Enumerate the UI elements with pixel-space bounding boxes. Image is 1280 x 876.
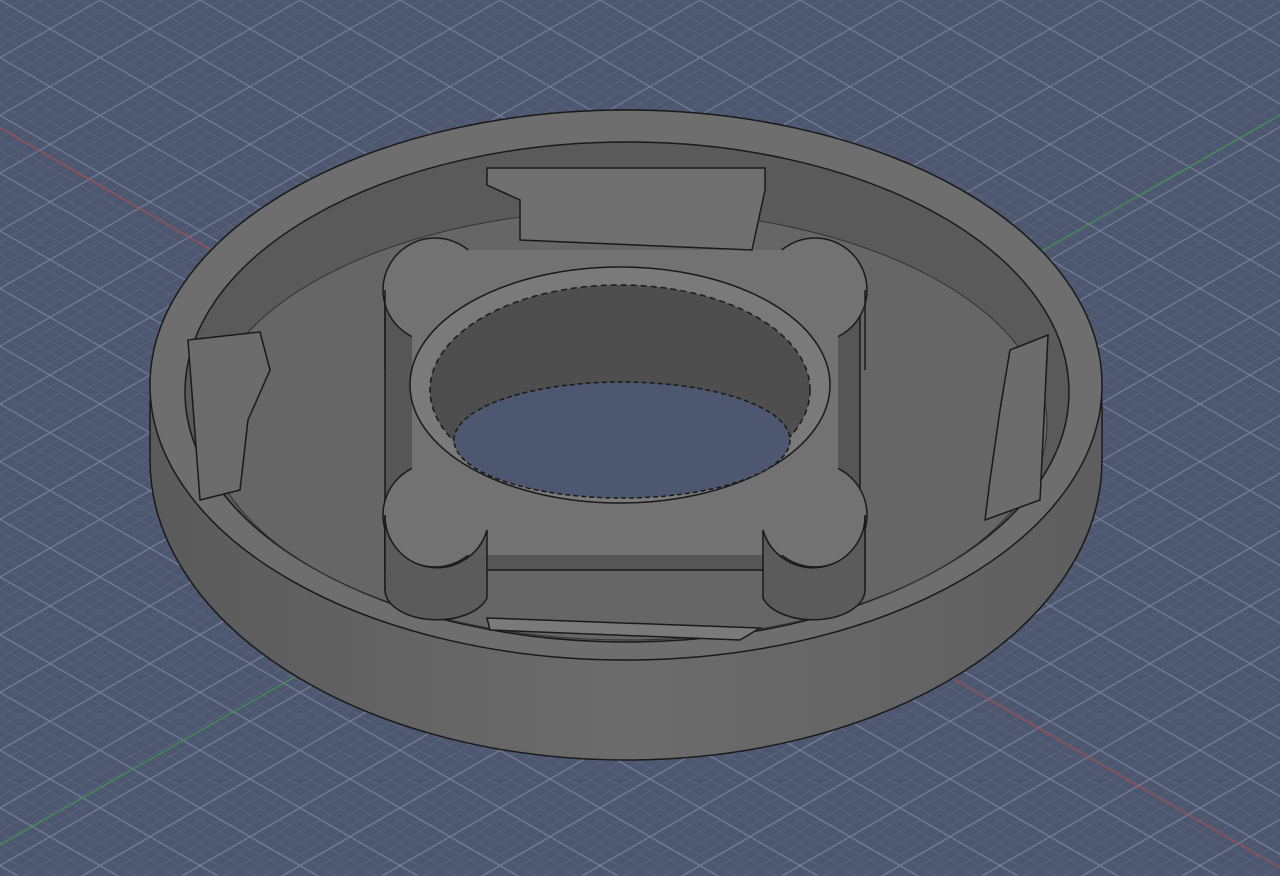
top-clip: [486, 167, 766, 251]
cad-part-housing[interactable]: [149, 109, 1103, 761]
splined-bore: [409, 266, 831, 504]
cad-3d-viewport[interactable]: [0, 0, 1280, 876]
